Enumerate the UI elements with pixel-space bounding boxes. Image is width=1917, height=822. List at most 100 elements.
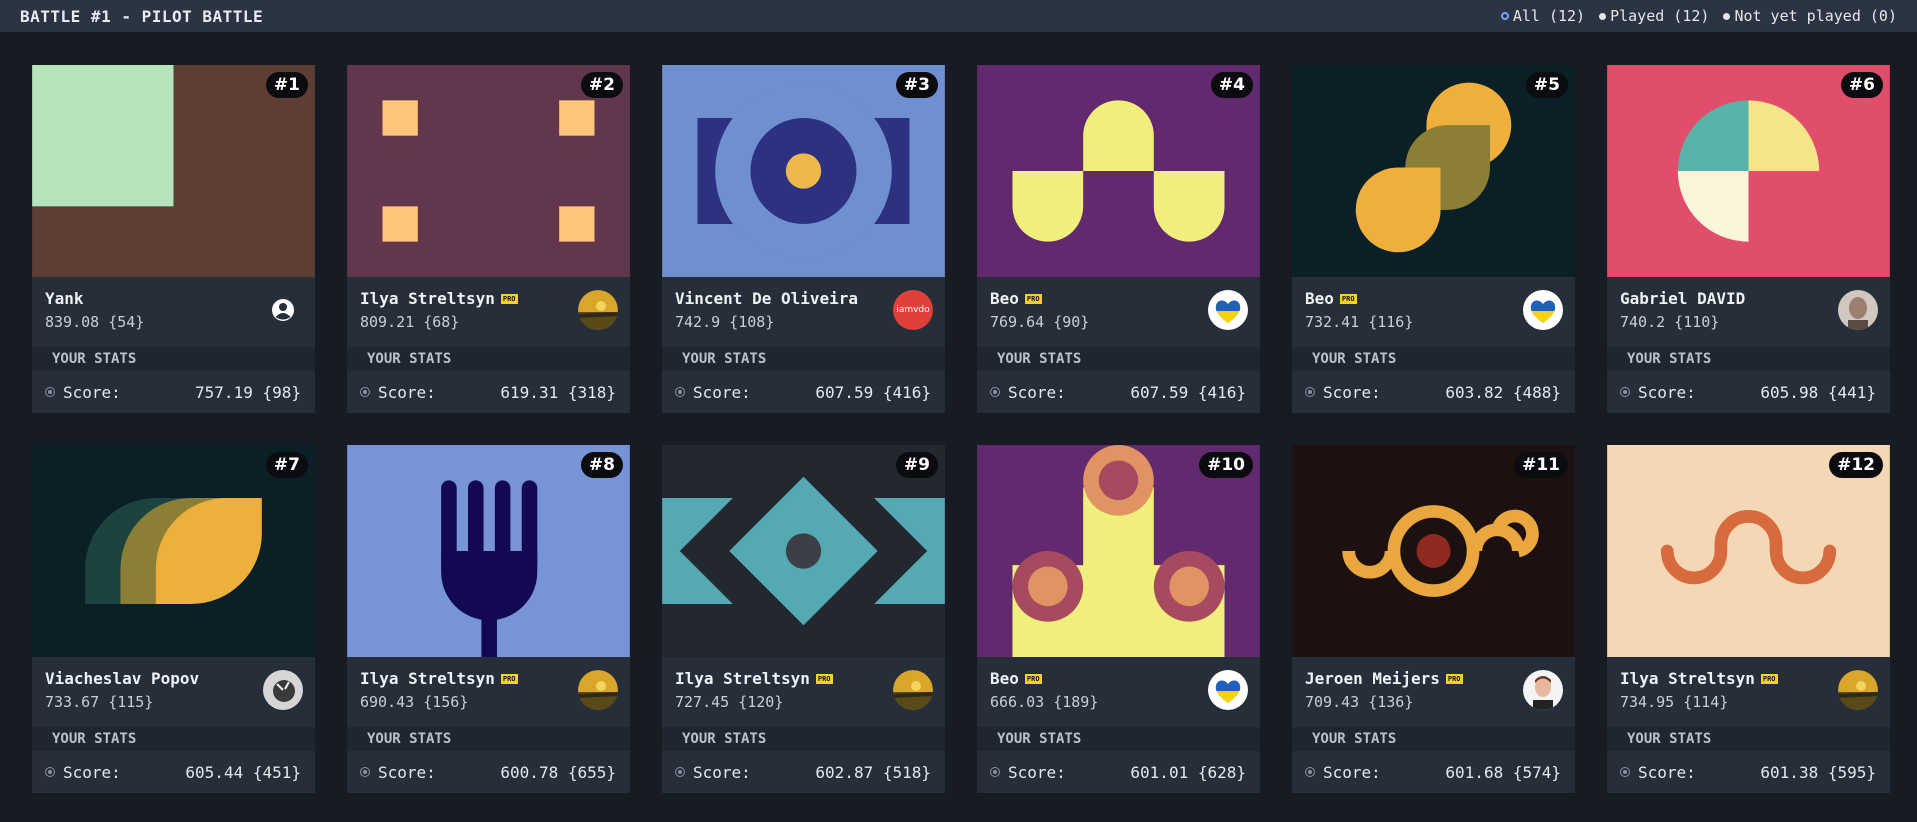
target-image[interactable]: #1 — [32, 65, 315, 277]
target-icon — [1620, 767, 1630, 777]
rank-badge: #8 — [580, 452, 623, 478]
author-name-text: Beo — [990, 669, 1019, 688]
filter-all-label: All (12) — [1512, 7, 1586, 25]
filter-not-played[interactable]: Not yet played (0) — [1723, 7, 1897, 25]
target-icon — [360, 767, 370, 777]
your-score-row: Score: 601.38 {595} — [1607, 751, 1890, 793]
card-info: Vincent De Oliveira 742.9 {108} iamvdo — [662, 277, 945, 347]
iamvdo-logo[interactable]: iamvdo — [893, 290, 933, 330]
card-info: Yank 839.08 {54} — [32, 277, 315, 347]
target-image[interactable]: #12 — [1607, 445, 1890, 657]
card-info: Ilya Streltsyn PRO 734.95 {114} — [1607, 657, 1890, 727]
target-card[interactable]: #6 Gabriel DAVID 740.2 {110} YOUR STATS … — [1607, 65, 1890, 413]
author-name-text: Gabriel DAVID — [1620, 289, 1746, 308]
score-label: Score: — [1638, 762, 1696, 782]
target-image[interactable]: #10 — [977, 445, 1260, 657]
score-label: Score: — [63, 382, 121, 402]
score-label: Score: — [378, 382, 436, 402]
photo-avatar[interactable] — [263, 670, 303, 710]
target-image[interactable]: #2 — [347, 65, 630, 277]
pro-badge: PRO — [1445, 673, 1463, 684]
filter-all[interactable]: All (12) — [1500, 7, 1586, 25]
your-score-value: 601.68 {574} — [1445, 762, 1561, 782]
target-card[interactable]: #8 Ilya Streltsyn PRO 690.43 {156} YOUR S… — [347, 445, 630, 793]
landscape-avatar[interactable] — [893, 670, 933, 710]
user-icon[interactable] — [263, 290, 303, 330]
top-bar: BATTLE #1 - PILOT BATTLE All (12) Played… — [0, 0, 1917, 32]
radio-icon[interactable] — [1723, 12, 1731, 20]
target-image[interactable]: #4 — [977, 65, 1260, 277]
ukraine-heart-avatar[interactable] — [1523, 290, 1563, 330]
landscape-avatar[interactable] — [1838, 670, 1878, 710]
author-name-text: Jeroen Meijers — [1305, 669, 1440, 688]
target-image[interactable]: #8 — [347, 445, 630, 657]
target-icon — [1620, 387, 1630, 397]
target-card[interactable]: #4 Beo PRO 769.64 {90} YOUR STATS Score: … — [977, 65, 1260, 413]
your-stats-heading: YOUR STATS — [1607, 347, 1890, 371]
target-card[interactable]: #1 Yank 839.08 {54} YOUR STATS Score: 75… — [32, 65, 315, 413]
target-card[interactable]: #10 Beo PRO 666.03 {189} YOUR STATS Score… — [977, 445, 1260, 793]
target-card[interactable]: #12 Ilya Streltsyn PRO 734.95 {114} YOUR … — [1607, 445, 1890, 793]
target-card[interactable]: #7 Viacheslav Popov 733.67 {115} YOUR ST… — [32, 445, 315, 793]
photo-avatar[interactable] — [1838, 290, 1878, 330]
author-name-text: Beo — [990, 289, 1019, 308]
target-icon — [990, 387, 1000, 397]
target-card[interactable]: #3 Vincent De Oliveira 742.9 {108} iamvd… — [662, 65, 945, 413]
your-stats-heading: YOUR STATS — [977, 347, 1260, 371]
score-label: Score: — [378, 762, 436, 782]
landscape-avatar[interactable] — [578, 290, 618, 330]
your-score-row: Score: 619.31 {318} — [347, 371, 630, 413]
radio-icon[interactable] — [1599, 12, 1607, 20]
author-name-text: Vincent De Oliveira — [675, 289, 859, 308]
your-score-row: Score: 601.01 {628} — [977, 751, 1260, 793]
filter-played[interactable]: Played (12) — [1599, 7, 1709, 25]
your-score-value: 603.82 {488} — [1445, 382, 1561, 402]
target-icon — [1305, 767, 1315, 777]
pro-badge: PRO — [1339, 293, 1357, 304]
card-info: Beo PRO 769.64 {90} — [977, 277, 1260, 347]
ukraine-heart-avatar[interactable] — [1208, 670, 1248, 710]
your-stats-heading: YOUR STATS — [347, 727, 630, 751]
rank-badge: #1 — [265, 72, 308, 98]
target-card[interactable]: #9 Ilya Streltsyn PRO 727.45 {120} YOUR S… — [662, 445, 945, 793]
target-grid: #1 Yank 839.08 {54} YOUR STATS Score: 75… — [32, 65, 1890, 793]
your-stats-heading: YOUR STATS — [977, 727, 1260, 751]
target-icon — [675, 767, 685, 777]
target-card[interactable]: #11 Jeroen Meijers PRO 709.43 {136} YOUR … — [1292, 445, 1575, 793]
author-name-text: Ilya Streltsyn — [360, 669, 495, 688]
ukraine-heart-avatar[interactable] — [1208, 290, 1248, 330]
author-name-text: Ilya Streltsyn — [360, 289, 495, 308]
target-image[interactable]: #3 — [662, 65, 945, 277]
your-score-row: Score: 757.19 {98} — [32, 371, 315, 413]
target-image[interactable]: #7 — [32, 445, 315, 657]
pro-badge: PRO — [500, 673, 518, 684]
battle-title: BATTLE #1 - PILOT BATTLE — [20, 6, 264, 26]
card-info: Gabriel DAVID 740.2 {110} — [1607, 277, 1890, 347]
target-image[interactable]: #6 — [1607, 65, 1890, 277]
target-image[interactable]: #11 — [1292, 445, 1575, 657]
pro-badge: PRO — [1024, 293, 1042, 304]
card-info: Ilya Streltsyn PRO 690.43 {156} — [347, 657, 630, 727]
your-score-row: Score: 600.78 {655} — [347, 751, 630, 793]
target-card[interactable]: #2 Ilya Streltsyn PRO 809.21 {68} YOUR ST… — [347, 65, 630, 413]
landscape-avatar[interactable] — [578, 670, 618, 710]
filter-not-played-label: Not yet played (0) — [1734, 7, 1897, 25]
photo-avatar[interactable] — [1523, 670, 1563, 710]
card-info: Beo PRO 666.03 {189} — [977, 657, 1260, 727]
target-card[interactable]: #5 Beo PRO 732.41 {116} YOUR STATS Score:… — [1292, 65, 1575, 413]
your-score-row: Score: 601.68 {574} — [1292, 751, 1575, 793]
target-image[interactable]: #5 — [1292, 65, 1575, 277]
rank-badge: #12 — [1829, 452, 1883, 478]
target-image[interactable]: #9 — [662, 445, 945, 657]
radio-icon[interactable] — [1500, 12, 1509, 20]
score-label: Score: — [63, 762, 121, 782]
your-score-row: Score: 605.44 {451} — [32, 751, 315, 793]
author-name-text: Ilya Streltsyn — [1620, 669, 1755, 688]
pro-badge: PRO — [1024, 673, 1042, 684]
rank-badge: #9 — [895, 452, 938, 478]
filter-group: All (12) Played (12) Not yet played (0) — [1500, 7, 1897, 25]
your-score-value: 601.38 {595} — [1760, 762, 1876, 782]
target-icon — [990, 767, 1000, 777]
rank-badge: #3 — [895, 72, 938, 98]
your-score-value: 605.44 {451} — [185, 762, 301, 782]
